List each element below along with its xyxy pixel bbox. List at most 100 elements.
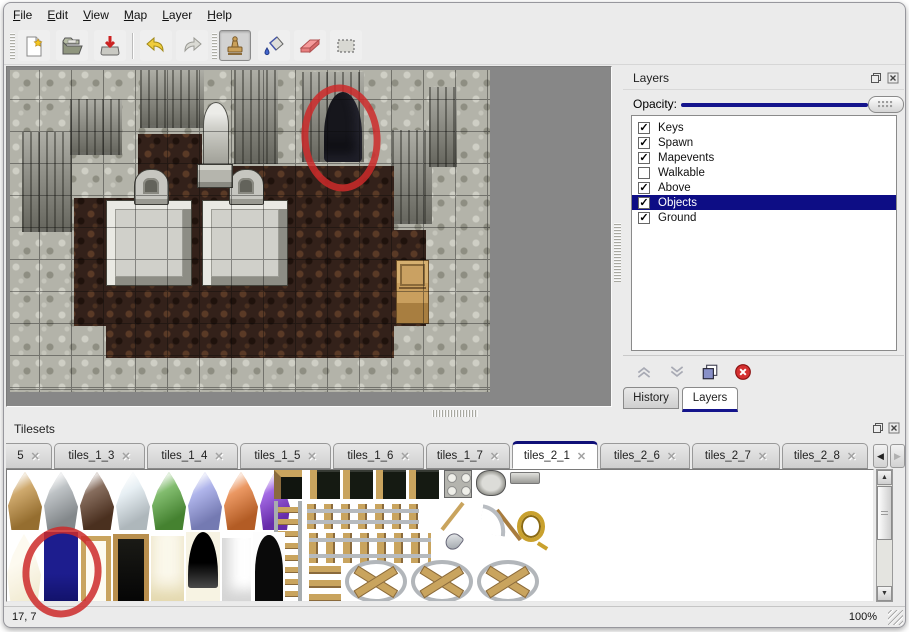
open-file-button[interactable] [56,30,88,61]
close-tilesets-button[interactable] [887,421,900,434]
shovel[interactable] [444,503,474,560]
scrollbar-thumb[interactable] [877,486,892,540]
cave-mouth[interactable] [186,532,220,602]
wood-beam-cell[interactable] [409,470,439,499]
layer-visibility-checkbox[interactable] [638,167,650,179]
layer-visibility-checkbox[interactable]: ✓ [638,197,650,209]
black-arch[interactable] [253,532,285,602]
map-canvas[interactable] [10,70,490,392]
close-dock-button[interactable] [886,71,899,84]
tileset-tab-tiles_1_7[interactable]: tiles_1_7✕ [426,443,510,469]
layer-row-keys[interactable]: ✓Keys [632,120,896,135]
new-file-button[interactable] [18,30,50,61]
vertical-splitter[interactable] [614,223,621,283]
duplicate-layer-button[interactable] [697,360,723,384]
layer-visibility-checkbox[interactable]: ✓ [638,212,650,224]
layer-row-above[interactable]: ✓Above [632,180,896,195]
toolbar-grip[interactable] [10,33,15,59]
menu-layer[interactable]: Layer [162,8,192,22]
layer-visibility-checkbox[interactable]: ✓ [638,122,650,134]
white-tile[interactable] [222,538,251,602]
close-tab-icon[interactable]: ✕ [847,450,856,463]
silver-crystal[interactable] [44,472,78,530]
menu-file[interactable]: File [13,8,32,22]
move-layer-up-button[interactable] [631,360,657,384]
stamp-tool-button[interactable] [219,30,251,61]
scroll-down-button[interactable]: ▼ [877,586,892,601]
skull-pillar-top[interactable] [444,470,472,498]
fill-tool-button[interactable] [258,30,290,61]
close-tab-icon[interactable]: ✕ [490,450,499,463]
resize-grip[interactable] [888,610,903,625]
layer-row-objects[interactable]: ✓Objects [632,195,896,210]
close-tab-icon[interactable]: ✕ [400,450,409,463]
close-tab-icon[interactable]: ✕ [31,450,40,463]
tileset-tab-tiles_2_1[interactable]: tiles_2_1✕ [512,441,598,469]
track-horizontal[interactable] [309,533,431,563]
delete-layer-button[interactable] [730,360,756,384]
pickaxe[interactable] [479,503,509,560]
map-viewport[interactable] [6,66,612,407]
layer-row-ground[interactable]: ✓Ground [632,210,896,225]
wood-beam-cell[interactable] [343,470,373,499]
layer-row-walkable[interactable]: Walkable [632,165,896,180]
layer-row-spawn[interactable]: ✓Spawn [632,135,896,150]
menu-edit[interactable]: Edit [47,8,68,22]
tileset-canvas[interactable] [6,469,874,602]
layer-row-mapevents[interactable]: ✓Mapevents [632,150,896,165]
wood-frame-corner[interactable] [274,470,302,499]
door-frame-dark[interactable] [113,534,149,602]
dark-blue-selected-tile[interactable] [44,532,78,602]
track-curve[interactable] [411,560,473,602]
metal-plate[interactable] [510,472,540,484]
wood-ties[interactable] [309,566,341,602]
dock-tab-layers[interactable]: Layers [682,387,738,412]
undo-button[interactable] [140,30,172,61]
menu-map[interactable]: Map [124,8,147,22]
layer-visibility-checkbox[interactable]: ✓ [638,182,650,194]
toolbar-grip[interactable] [212,33,217,59]
layer-visibility-checkbox[interactable]: ✓ [638,152,650,164]
cream-tile[interactable] [151,536,184,602]
move-layer-down-button[interactable] [664,360,690,384]
tab-scroll-left-button[interactable]: ◀ [873,444,888,468]
opacity-slider[interactable] [681,103,868,107]
track-cross-wheel[interactable] [345,560,407,602]
ice-crystal[interactable] [116,472,150,530]
tileset-tab-tiles_1_3[interactable]: tiles_1_3✕ [54,443,145,469]
close-tab-icon[interactable]: ✕ [307,450,316,463]
tileset-tab-tiles_1_5[interactable]: tiles_1_5✕ [240,443,331,469]
track-horizontal[interactable] [307,504,419,529]
tileset-scrollbar[interactable]: ▲ ▼ [876,469,893,602]
close-tab-icon[interactable]: ✕ [667,450,676,463]
wood-beam-cell[interactable] [376,470,406,499]
close-tab-icon[interactable]: ✕ [758,450,767,463]
stone-barrel-top[interactable] [476,470,506,496]
layer-visibility-checkbox[interactable]: ✓ [638,137,650,149]
tileset-tab-5[interactable]: 5✕ [6,443,52,469]
layer-list[interactable]: ✓Keys✓Spawn✓MapeventsWalkable✓Above✓Obje… [631,115,897,351]
opacity-slider-handle[interactable] [868,96,904,113]
tileset-tab-tiles_1_6[interactable]: tiles_1_6✕ [333,443,424,469]
track-curve[interactable] [477,560,539,602]
rect-select-tool-button[interactable] [330,30,362,61]
tileset-tab-tiles_1_4[interactable]: tiles_1_4✕ [147,443,238,469]
close-tab-icon[interactable]: ✕ [577,450,586,463]
dock-tab-history[interactable]: History [623,387,679,409]
tileset-tab-tiles_2_8[interactable]: tiles_2_8✕ [782,443,868,469]
tileset-tab-tiles_2_6[interactable]: tiles_2_6✕ [600,443,690,469]
menu-view[interactable]: View [83,8,109,22]
save-file-button[interactable] [94,30,126,61]
gold-crystal[interactable] [8,472,42,530]
scroll-up-button[interactable]: ▲ [877,470,892,485]
brown-crystal[interactable] [80,472,114,530]
rope-coil[interactable] [513,505,549,554]
close-tab-icon[interactable]: ✕ [121,450,130,463]
float-tilesets-button[interactable] [871,421,884,434]
periwinkle-crystal[interactable] [188,472,222,530]
green-crystal[interactable] [152,472,186,530]
wood-beam-cell[interactable] [310,470,340,499]
close-tab-icon[interactable]: ✕ [214,450,223,463]
orange-crystal[interactable] [224,472,258,530]
float-dock-button[interactable] [869,71,882,84]
